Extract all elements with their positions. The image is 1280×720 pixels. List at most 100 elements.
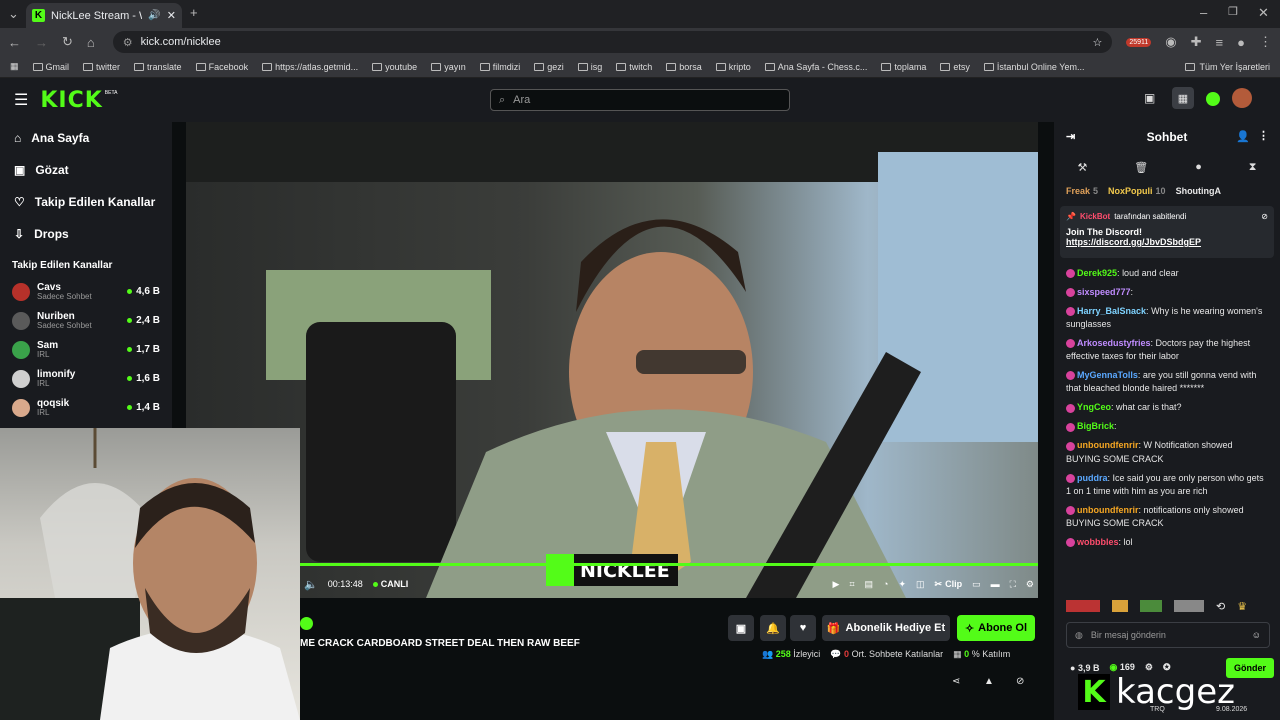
bookmark-item[interactable]: toplama <box>881 62 926 72</box>
tab-list-icon[interactable]: ⌄ <box>8 6 19 22</box>
emote-icon[interactable] <box>1066 600 1100 612</box>
pinned-link[interactable]: https://discord.gg/JbvDSbdgEP <box>1066 237 1268 247</box>
users-icon[interactable]: 👤 <box>1236 130 1250 143</box>
followed-channel[interactable]: limonify IRL 1,6 B <box>0 364 172 393</box>
search-input[interactable]: ⌕ Ara <box>490 89 790 111</box>
captions-icon[interactable]: ▭ <box>972 579 981 590</box>
hide-icon[interactable]: ⊘ <box>1016 676 1024 687</box>
bookmark-item[interactable]: Gmail <box>32 62 69 72</box>
report-box-icon[interactable]: ▣ <box>728 615 754 641</box>
miniplayer-icon[interactable]: ◫ <box>916 579 925 590</box>
bookmark-item[interactable]: youtube <box>372 62 417 72</box>
hammer-icon[interactable]: ⚒ <box>1077 161 1087 174</box>
followed-channel[interactable]: Nuriben Sadece Sohbet 2,4 B <box>0 306 172 335</box>
collapse-chat-icon[interactable]: ⇥ <box>1066 130 1075 143</box>
share-icon[interactable]: ⋖ <box>952 676 960 687</box>
leaderboard-entry[interactable]: ShoutingA <box>1176 186 1225 196</box>
nav-item[interactable]: ▣ Gözat <box>0 154 172 186</box>
all-bookmarks[interactable]: Tüm Yer İşaretleri <box>1185 62 1270 72</box>
forward-icon[interactable]: → <box>35 35 48 50</box>
reading-list-icon[interactable]: ≡ <box>1216 35 1224 50</box>
chat-username[interactable]: unboundfenrir <box>1077 440 1139 450</box>
message-icon[interactable]: ● <box>1195 161 1202 173</box>
theater-mode-icon[interactable]: ▬ <box>991 579 1000 589</box>
nav-item[interactable]: ⇩ Drops <box>0 218 172 250</box>
sparkle-icon[interactable]: ✦ <box>898 579 906 590</box>
chat-username[interactable]: BigBrick <box>1077 421 1114 431</box>
new-tab-icon[interactable]: + <box>190 5 198 20</box>
home-browser-icon[interactable]: ⌂ <box>87 35 95 50</box>
browser-tab[interactable]: K NickLee Stream - Watch Li 🔊 ✕ <box>26 3 182 28</box>
nav-item[interactable]: ♡ Takip Edilen Kanallar <box>0 186 172 218</box>
warning-icon[interactable]: ▲ <box>984 676 994 687</box>
fullscreen-icon[interactable]: ⛶ <box>1010 579 1016 590</box>
theater-icon[interactable]: ▦ <box>1172 87 1194 109</box>
studio-icon[interactable]: ▣ <box>1144 91 1155 105</box>
bookmark-item[interactable]: filmdizi <box>479 62 520 72</box>
volume-icon[interactable]: 🔈 <box>304 578 318 591</box>
profile-icon[interactable]: ● <box>1237 35 1245 50</box>
followed-channel[interactable]: Sam IRL 1,7 B <box>0 335 172 364</box>
user-avatar[interactable] <box>1232 88 1252 108</box>
chat-input[interactable]: ◍ Bir mesaj gönderin ☺ <box>1066 622 1270 648</box>
chat-username[interactable]: Derek925 <box>1077 268 1117 278</box>
leaderboard-entry[interactable]: NoxPopuli 10 <box>1108 186 1166 196</box>
speaker-icon[interactable]: 🔊 <box>148 10 160 21</box>
video-player[interactable]: NICKLEE <box>186 122 1038 598</box>
chat-username[interactable]: MyGennaTolls <box>1077 370 1138 380</box>
heart-follow-icon[interactable]: ♥ <box>790 615 816 641</box>
bell-icon[interactable]: 🔔 <box>760 615 786 641</box>
bookmark-item[interactable]: kripto <box>715 62 751 72</box>
bookmark-star-icon[interactable]: ☆ <box>1092 36 1102 49</box>
nav-item[interactable]: ⌂ Ana Sayfa <box>0 122 172 154</box>
restore-icon[interactable]: ❐ <box>1228 5 1238 18</box>
bookmark-item[interactable]: twitter <box>83 62 120 72</box>
chat-username[interactable]: YngCeo <box>1077 402 1111 412</box>
close-window-icon[interactable]: ✕ <box>1258 5 1269 21</box>
chat-username[interactable]: Harry_BalSnack <box>1077 306 1146 316</box>
gift-sub-button[interactable]: 🎁 Abonelik Hediye Et <box>822 615 950 641</box>
bookmark-item[interactable]: borsa <box>666 62 702 72</box>
bookmark-item[interactable]: isg <box>577 62 602 72</box>
crown-icon[interactable]: ♛ <box>1237 600 1247 613</box>
extension-badge[interactable]: 25911 <box>1126 37 1152 47</box>
trash-icon[interactable]: 🗑 <box>1134 161 1148 174</box>
hourglass-icon[interactable]: ⧗ <box>1249 161 1257 174</box>
repeat-icon[interactable]: ⟲ <box>1216 600 1225 613</box>
reload-icon[interactable]: ↻ <box>62 34 73 50</box>
emote-icon[interactable] <box>1112 600 1128 612</box>
crop-icon[interactable]: ⌗ <box>849 579 854 590</box>
emote-icon[interactable] <box>1174 600 1204 612</box>
clip-button[interactable]: ✂ Clip <box>935 579 963 590</box>
progress-bar[interactable] <box>300 563 1038 566</box>
apps-grid-icon[interactable]: ▦ <box>10 61 19 72</box>
bookmark-item[interactable]: gezi <box>534 62 564 72</box>
url-bar[interactable]: ⚙ kick.com/nicklee ☆ <box>112 31 1113 53</box>
settings-gear-icon[interactable]: ⚙ <box>1026 579 1034 590</box>
subscribe-button[interactable]: ✧ Abone Ol <box>957 615 1035 641</box>
chat-username[interactable]: puddra <box>1077 473 1108 483</box>
followed-channel[interactable]: qoqsik IRL 1,4 B <box>0 393 172 422</box>
hamburger-menu-icon[interactable]: ☰ <box>14 90 28 110</box>
minimize-icon[interactable]: – <box>1200 5 1207 20</box>
bookmark-item[interactable]: İstanbul Online Yem... <box>983 62 1084 72</box>
speed-icon[interactable]: ◔ <box>883 579 888 589</box>
bookmark-item[interactable]: etsy <box>940 62 970 72</box>
bookmark-item[interactable]: twitch <box>616 62 652 72</box>
emote-icon[interactable] <box>1140 600 1162 612</box>
stats-icon[interactable]: ▤ <box>865 579 874 590</box>
unpin-icon[interactable]: ⊘ <box>1261 212 1268 221</box>
bookmark-item[interactable]: Ana Sayfa - Chess.c... <box>764 62 867 72</box>
extension-icon[interactable]: ◉ <box>1165 34 1176 50</box>
chat-username[interactable]: unboundfenrir <box>1077 505 1139 515</box>
chat-username[interactable]: wobbbles <box>1077 537 1119 547</box>
bookmark-item[interactable]: translate <box>134 62 182 72</box>
menu-kebab-icon[interactable]: ⋮ <box>1259 34 1272 50</box>
emoji-icon[interactable]: ☺ <box>1252 630 1261 640</box>
bookmark-item[interactable]: https://atlas.getmid... <box>262 62 358 72</box>
site-info-icon[interactable]: ⚙ <box>123 36 133 49</box>
extensions-puzzle-icon[interactable]: ✚ <box>1191 34 1202 50</box>
bookmark-item[interactable]: yayın <box>431 62 466 72</box>
camera-icon[interactable]: ▶ <box>833 579 840 590</box>
chat-username[interactable]: sixspeed777 <box>1077 287 1131 297</box>
